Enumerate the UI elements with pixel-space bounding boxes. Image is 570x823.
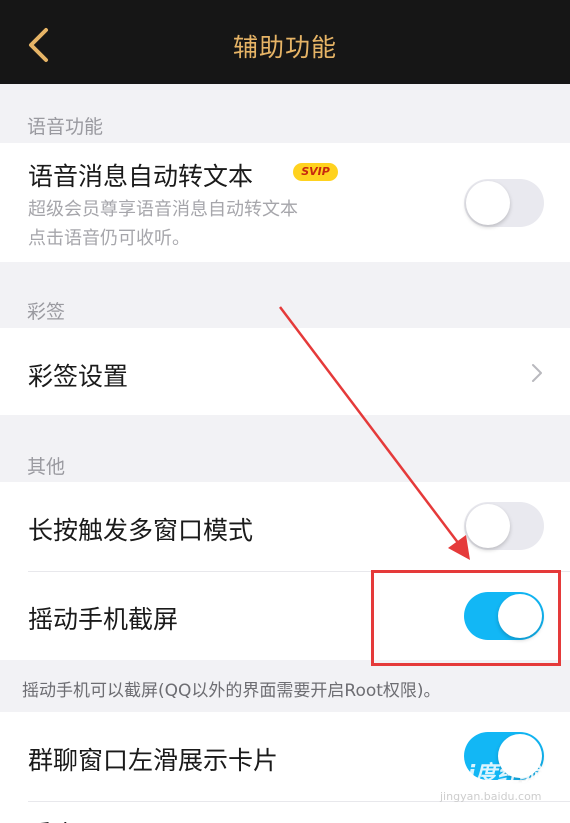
- shake-screenshot-title: 摇动手机截屏: [28, 605, 179, 634]
- section-label-other: 其他: [27, 456, 66, 478]
- section-label-caiqian: 彩签: [27, 301, 66, 323]
- watermark-logo: Bai度经验: [436, 762, 542, 787]
- highlight-box: [371, 570, 561, 666]
- partial-row[interactable]: 重点: [0, 801, 570, 823]
- shake-screenshot-note: 摇动手机可以截屏(QQ以外的界面需要开启Root权限)。: [22, 681, 441, 701]
- toggle-knob: [466, 181, 510, 225]
- chevron-right-icon: [532, 364, 542, 382]
- watermark-url: jingyan.baidu.com: [440, 790, 542, 803]
- voice-to-text-row[interactable]: 语音消息自动转文本 超级会员尊享语音消息自动转文本 点击语音仍可收听。: [0, 143, 570, 262]
- voice-to-text-subtitle-2: 点击语音仍可收听。: [28, 228, 190, 249]
- section-label-voice: 语音功能: [27, 116, 104, 138]
- group-chat-card-title: 群聊窗口左滑展示卡片: [28, 746, 279, 775]
- caiqian-settings-title: 彩签设置: [28, 362, 129, 391]
- voice-to-text-title: 语音消息自动转文本: [28, 162, 254, 191]
- multi-window-row[interactable]: 长按触发多窗口模式: [0, 482, 570, 571]
- voice-to-text-subtitle-1: 超级会员尊享语音消息自动转文本: [28, 199, 298, 220]
- toggle-knob: [466, 504, 510, 548]
- multi-window-toggle[interactable]: [464, 502, 544, 550]
- partial-row-title: 重点: [28, 815, 78, 823]
- caiqian-settings-row[interactable]: 彩签设置: [0, 328, 570, 415]
- top-bar: 辅助功能: [0, 0, 570, 84]
- svip-badge: SVIP: [293, 163, 338, 181]
- multi-window-title: 长按触发多窗口模式: [28, 516, 254, 545]
- page-title: 辅助功能: [232, 33, 337, 62]
- voice-to-text-toggle[interactable]: [464, 179, 544, 227]
